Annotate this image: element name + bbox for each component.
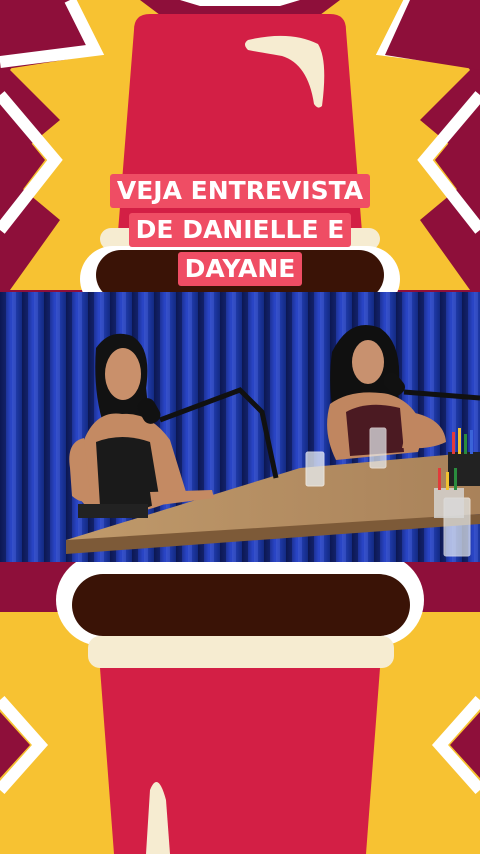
caption-line-2: DE DANIELLE E xyxy=(128,213,352,247)
story-frame: VEJA ENTREVISTA DE DANIELLE E DAYANE xyxy=(0,0,480,854)
caption-line-3: DAYANE xyxy=(177,252,303,286)
caption-line-1: VEJA ENTREVISTA xyxy=(109,174,371,208)
headline-caption: VEJA ENTREVISTA DE DANIELLE E DAYANE xyxy=(0,174,480,291)
bottom-cup xyxy=(0,554,480,854)
video-frame xyxy=(0,292,480,562)
